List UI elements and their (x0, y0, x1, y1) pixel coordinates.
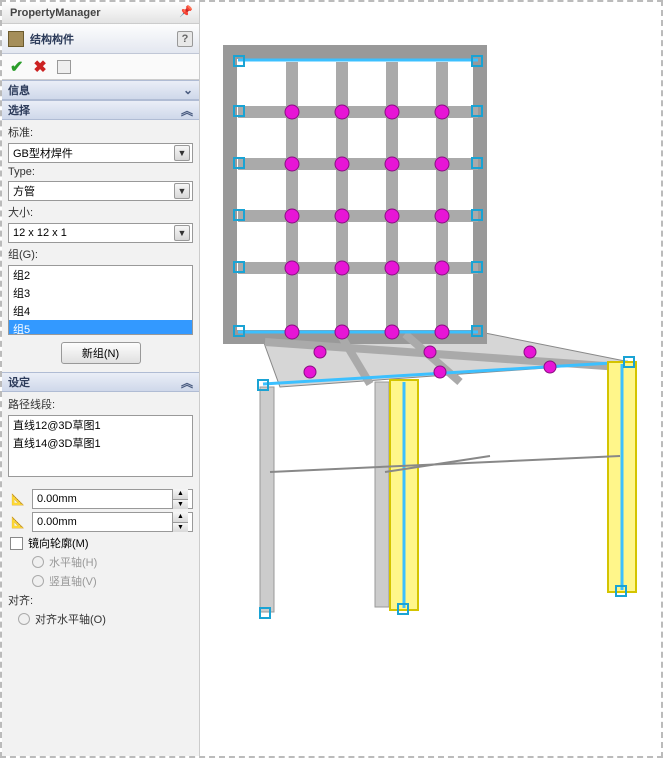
feature-title-bar: 结构构件 ? (2, 24, 199, 54)
viewport-3d[interactable] (200, 2, 661, 756)
align-hor-radio[interactable] (18, 613, 30, 625)
path-label: 路径线段: (8, 396, 193, 412)
standard-value: GB型材焊件 (13, 145, 73, 161)
list-item[interactable]: 直线12@3D草图1 (9, 416, 192, 434)
pushpin-icon[interactable] (57, 60, 71, 74)
chevron-down-icon[interactable]: ▼ (174, 183, 190, 199)
structural-member-icon (8, 31, 24, 47)
chair-model (200, 2, 661, 756)
chevron-down-icon[interactable]: ▼ (174, 225, 190, 241)
offset1-input[interactable]: 0.00mm ▲▼ (32, 489, 193, 509)
section-select-label: 选择 (8, 102, 30, 118)
chevron-up-icon: ︽ (181, 102, 193, 119)
section-info-header[interactable]: 信息 ⌄ (2, 80, 199, 100)
type-label: Type: (8, 166, 193, 178)
ok-icon[interactable]: ✔ (10, 57, 23, 77)
spinner-buttons[interactable]: ▲▼ (172, 489, 188, 509)
new-group-button[interactable]: 新组(N) (61, 342, 141, 364)
type-combo[interactable]: 方管 ▼ (8, 181, 193, 201)
pin-icon[interactable]: 📌 (179, 5, 195, 21)
section-settings-body: 路径线段: 直线12@3D草图1 直线14@3D草图1 📐 0.00mm ▲▼ … (2, 392, 199, 635)
action-row: ✔ ✖ (2, 54, 199, 80)
mirror-label: 镜向轮廓(M) (28, 535, 89, 551)
feature-name: 结构构件 (30, 31, 177, 47)
size-label: 大小: (8, 204, 193, 220)
section-info-label: 信息 (8, 82, 30, 98)
spinner-buttons[interactable]: ▲▼ (172, 512, 188, 532)
list-item[interactable]: 组4 (9, 302, 192, 320)
mirror-checkbox[interactable] (10, 537, 23, 550)
property-manager-panel: PropertyManager 📌 结构构件 ? ✔ ✖ 信息 ⌄ 选择 ︽ 标… (2, 2, 200, 756)
offset1-value: 0.00mm (37, 493, 77, 505)
pm-titlebar: PropertyManager 📌 (2, 2, 199, 24)
pm-title: PropertyManager (10, 7, 179, 19)
help-icon[interactable]: ? (177, 31, 193, 47)
path-listbox[interactable]: 直线12@3D草图1 直线14@3D草图1 (8, 415, 193, 477)
list-item[interactable]: 直线14@3D草图1 (9, 434, 192, 452)
offset-g2-icon: 📐 (8, 514, 28, 530)
chevron-down-icon: ⌄ (183, 83, 193, 97)
cancel-icon[interactable]: ✖ (33, 57, 46, 77)
size-combo[interactable]: 12 x 12 x 1 ▼ (8, 223, 193, 243)
hor-axis-label: 水平轴(H) (49, 554, 97, 570)
standard-label: 标准: (8, 124, 193, 140)
offset2-input[interactable]: 0.00mm ▲▼ (32, 512, 193, 532)
group-listbox[interactable]: 组2 组3 组4 组5 (8, 265, 193, 335)
list-item-selected[interactable]: 组5 (9, 320, 192, 335)
standard-combo[interactable]: GB型材焊件 ▼ (8, 143, 193, 163)
offset2-value: 0.00mm (37, 516, 77, 528)
offset-g1-icon: 📐 (8, 491, 28, 507)
list-item[interactable]: 组3 (9, 284, 192, 302)
align-label: 对齐: (8, 592, 193, 608)
size-value: 12 x 12 x 1 (13, 227, 67, 239)
hor-axis-radio (32, 556, 44, 568)
chevron-up-icon: ︽ (181, 374, 193, 391)
list-item[interactable]: 组2 (9, 266, 192, 284)
section-select-body: 标准: GB型材焊件 ▼ Type: 方管 ▼ 大小: 12 x 12 x 1 … (2, 120, 199, 372)
chevron-down-icon[interactable]: ▼ (174, 145, 190, 161)
ver-axis-label: 竖直轴(V) (49, 573, 97, 589)
section-select-header[interactable]: 选择 ︽ (2, 100, 199, 120)
group-label: 组(G): (8, 246, 193, 262)
type-value: 方管 (13, 183, 35, 199)
ver-axis-radio (32, 575, 44, 587)
section-settings-header[interactable]: 设定 ︽ (2, 372, 199, 392)
section-settings-label: 设定 (8, 374, 30, 390)
align-hor-label: 对齐水平轴(O) (35, 611, 106, 627)
